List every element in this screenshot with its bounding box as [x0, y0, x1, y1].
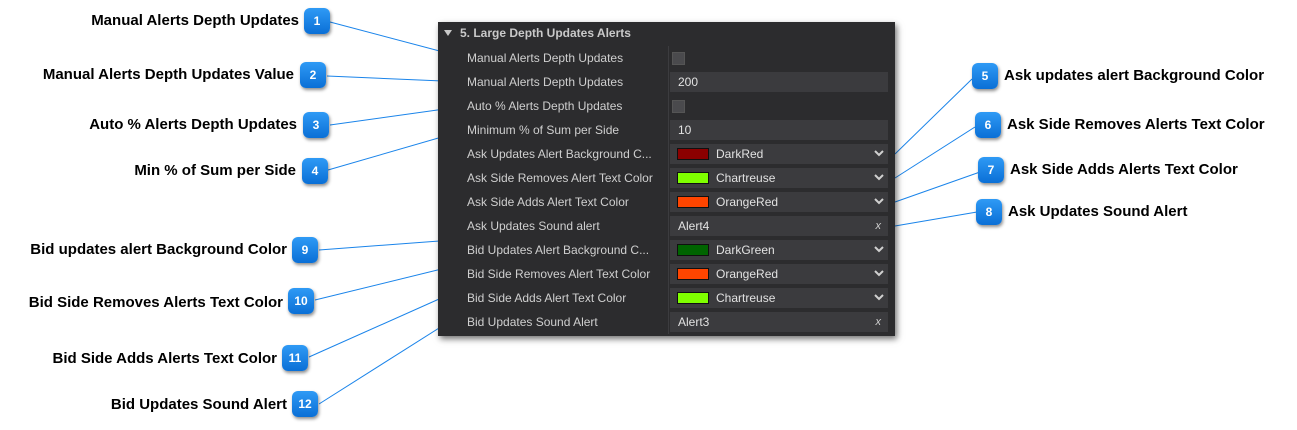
annotation-label-3: Auto % Alerts Depth Updates	[89, 116, 297, 133]
manual-alerts-checkbox[interactable]	[672, 52, 685, 65]
property-label: Manual Alerts Depth Updates	[467, 75, 624, 89]
dropdown-value: Chartreuse	[716, 171, 776, 185]
ask-removes-color-dropdown[interactable]: Chartreuse	[670, 168, 888, 188]
chevron-down-icon[interactable]	[873, 195, 885, 207]
annotation-badge-8: 8	[976, 199, 1002, 225]
property-label: Manual Alerts Depth Updates	[467, 51, 624, 65]
annotation-badge-9: 9	[292, 237, 318, 263]
annotation-label-8: Ask Updates Sound Alert	[1008, 203, 1188, 220]
property-row-ask-adds-color: Ask Side Adds Alert Text Color OrangeRed	[438, 190, 895, 214]
annotation-badge-5: 5	[972, 63, 998, 89]
property-row-auto-alerts: Auto % Alerts Depth Updates	[438, 94, 895, 118]
annotation-label-9: Bid updates alert Background Color	[30, 241, 287, 258]
min-percent-input[interactable]: 10	[670, 120, 888, 140]
annotation-label-7: Ask Side Adds Alerts Text Color	[1010, 161, 1238, 178]
annotation-badge-1: 1	[304, 8, 330, 34]
section-header[interactable]: 5. Large Depth Updates Alerts	[438, 22, 895, 44]
bid-removes-color-dropdown[interactable]: OrangeRed	[670, 264, 888, 284]
bid-adds-color-dropdown[interactable]: Chartreuse	[670, 288, 888, 308]
property-row-bid-sound: Bid Updates Sound Alert Alert3 x	[438, 310, 895, 334]
annotation-badge-12: 12	[292, 391, 318, 417]
sound-value: Alert4	[678, 219, 710, 233]
annotation-label-10: Bid Side Removes Alerts Text Color	[28, 294, 283, 311]
property-label: Bid Updates Sound Alert	[467, 315, 598, 329]
property-row-manual-alerts-value: Manual Alerts Depth Updates 200	[438, 70, 895, 94]
color-swatch	[677, 292, 709, 304]
property-label: Ask Updates Sound alert	[467, 219, 600, 233]
annotation-label-6: Ask Side Removes Alerts Text Color	[1007, 116, 1265, 133]
annotation-label-2: Manual Alerts Depth Updates Value	[42, 66, 294, 83]
annotation-badge-4: 4	[302, 158, 328, 184]
annotation-label-1: Manual Alerts Depth Updates	[91, 12, 299, 29]
leader-line-7	[894, 171, 981, 203]
chevron-down-icon[interactable]	[873, 267, 885, 279]
annotation-label-12: Bid Updates Sound Alert	[110, 396, 287, 413]
property-row-ask-bg-color: Ask Updates Alert Background C... DarkRe…	[438, 142, 895, 166]
x-icon[interactable]: x	[876, 312, 882, 332]
leader-line-6	[894, 126, 976, 179]
chevron-down-icon[interactable]	[873, 243, 885, 255]
chevron-down-icon[interactable]	[873, 291, 885, 303]
chevron-down-icon[interactable]	[873, 171, 885, 183]
ask-sound-input[interactable]: Alert4 x	[670, 216, 888, 236]
color-swatch	[677, 244, 709, 256]
manual-alerts-value-input[interactable]: 200	[670, 72, 888, 92]
dropdown-value: OrangeRed	[716, 267, 779, 281]
chevron-down-icon[interactable]	[873, 147, 885, 159]
property-label: Bid Side Removes Alert Text Color	[467, 267, 651, 281]
property-label: Minimum % of Sum per Side	[467, 123, 620, 137]
section-title: 5. Large Depth Updates Alerts	[460, 26, 631, 40]
property-row-bid-adds-color: Bid Side Adds Alert Text Color Chartreus…	[438, 286, 895, 310]
leader-line-5	[894, 78, 973, 155]
dropdown-value: OrangeRed	[716, 195, 779, 209]
ask-bg-color-dropdown[interactable]: DarkRed	[670, 144, 888, 164]
dropdown-value: Chartreuse	[716, 291, 776, 305]
annotation-badge-11: 11	[282, 345, 308, 371]
color-swatch	[677, 196, 709, 208]
property-label: Bid Updates Alert Background C...	[467, 243, 650, 257]
annotation-badge-2: 2	[300, 62, 326, 88]
properties-panel: 5. Large Depth Updates Alerts Manual Ale…	[438, 22, 895, 336]
ask-adds-color-dropdown[interactable]: OrangeRed	[670, 192, 888, 212]
property-row-ask-sound: Ask Updates Sound alert Alert4 x	[438, 214, 895, 238]
bid-bg-color-dropdown[interactable]: DarkGreen	[670, 240, 888, 260]
property-row-bid-removes-color: Bid Side Removes Alert Text Color Orange…	[438, 262, 895, 286]
annotation-badge-10: 10	[288, 288, 314, 314]
leader-line-8	[894, 211, 978, 227]
annotation-badge-3: 3	[303, 112, 329, 138]
triangle-down-icon[interactable]	[444, 30, 452, 36]
annotation-label-5: Ask updates alert Background Color	[1004, 67, 1265, 84]
property-label: Ask Side Removes Alert Text Color	[467, 171, 653, 185]
annotation-label-11: Bid Side Adds Alerts Text Color	[52, 350, 277, 367]
annotation-badge-7: 7	[978, 157, 1004, 183]
property-row-ask-removes-color: Ask Side Removes Alert Text Color Chartr…	[438, 166, 895, 190]
dropdown-value: DarkGreen	[716, 243, 775, 257]
property-label: Bid Side Adds Alert Text Color	[467, 291, 627, 305]
annotation-label-4: Min % of Sum per Side	[134, 162, 296, 179]
property-row-bid-bg-color: Bid Updates Alert Background C... DarkGr…	[438, 238, 895, 262]
property-row-min-percent: Minimum % of Sum per Side 10	[438, 118, 895, 142]
bid-sound-input[interactable]: Alert3 x	[670, 312, 888, 332]
property-label: Auto % Alerts Depth Updates	[467, 99, 623, 113]
color-swatch	[677, 268, 709, 280]
dropdown-value: DarkRed	[716, 147, 764, 161]
sound-value: Alert3	[678, 315, 710, 329]
property-label: Ask Updates Alert Background C...	[467, 147, 652, 161]
color-swatch	[677, 172, 709, 184]
x-icon[interactable]: x	[876, 216, 882, 236]
color-swatch	[677, 148, 709, 160]
auto-alerts-checkbox[interactable]	[672, 100, 685, 113]
property-label: Ask Side Adds Alert Text Color	[467, 195, 629, 209]
property-row-manual-alerts: Manual Alerts Depth Updates	[438, 46, 895, 70]
annotation-badge-6: 6	[975, 112, 1001, 138]
